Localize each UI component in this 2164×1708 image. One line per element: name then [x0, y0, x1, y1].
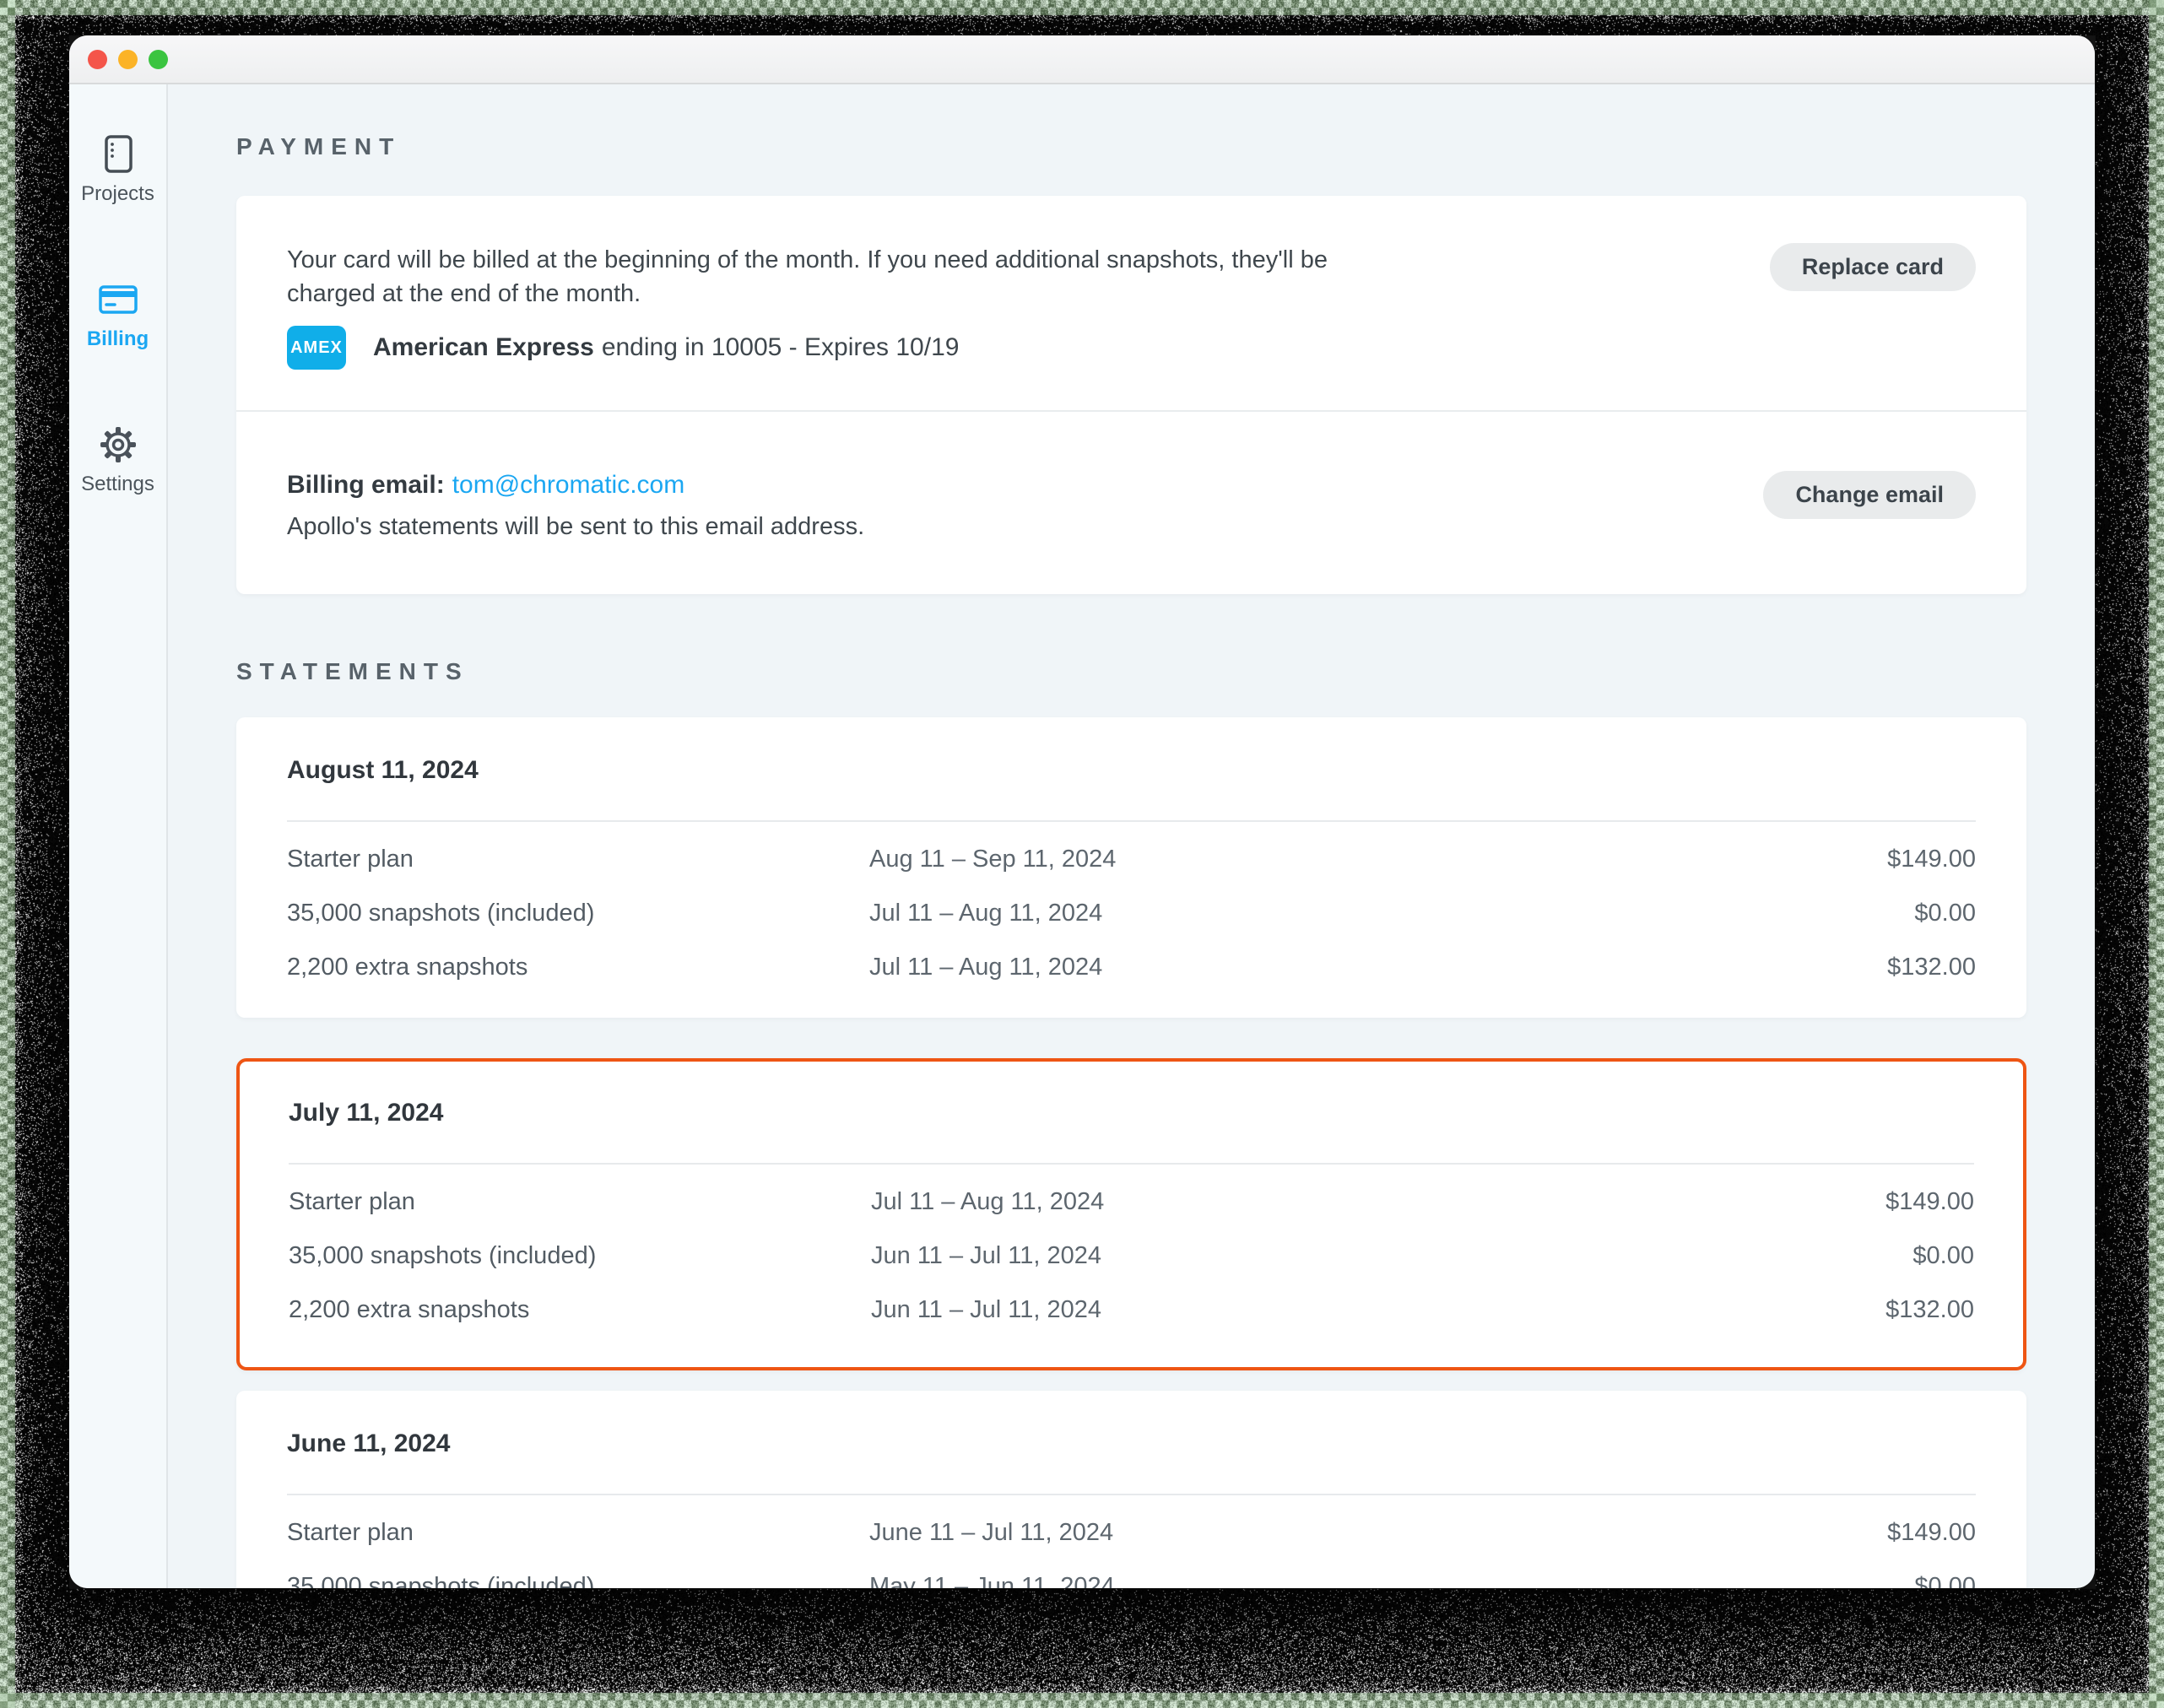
statement-row: Starter planJune 11 – Jul 11, 2024$149.0…	[287, 1505, 1976, 1559]
card-details: ending in 10005 - Expires 10/19	[602, 333, 960, 361]
sidebar-item-billing[interactable]: Billing	[69, 280, 166, 351]
statement-item-label: 2,200 extra snapshots	[287, 954, 869, 981]
billing-email-line: Billing email:tom@chromatic.com	[287, 471, 1763, 500]
statement-amount: $0.00	[1914, 1573, 1976, 1589]
statement-item-label: 2,200 extra snapshots	[289, 1296, 871, 1324]
statements-section-title: STATEMENTS	[236, 658, 2026, 685]
change-email-button[interactable]: Change email	[1763, 471, 1976, 519]
gear-icon	[99, 425, 138, 464]
close-button[interactable]	[88, 50, 107, 69]
statement-amount: $132.00	[1885, 1296, 1974, 1324]
divider	[287, 820, 1976, 822]
billing-email-section: Billing email:tom@chromatic.com Apollo's…	[236, 412, 2026, 594]
statement-amount: $132.00	[1887, 954, 1976, 981]
replace-card-button[interactable]: Replace card	[1770, 243, 1976, 291]
statement-card-highlighted[interactable]: July 11, 2024 Starter planJul 11 – Aug 11…	[236, 1058, 2026, 1370]
divider	[287, 1494, 1976, 1495]
sidebar-item-label: Projects	[81, 182, 154, 206]
sidebar-item-label: Billing	[87, 327, 149, 351]
statement-period: Jul 11 – Aug 11, 2024	[871, 1188, 1885, 1216]
statement-card[interactable]: June 11, 2024 Starter planJune 11 – Jul 1…	[236, 1391, 2026, 1588]
sidebar-item-settings[interactable]: Settings	[69, 425, 166, 496]
statement-period: May 11 – Jun 11, 2024	[869, 1573, 1914, 1589]
sidebar-item-label: Settings	[81, 473, 154, 496]
card-brand: American Express	[373, 333, 594, 361]
statement-date: June 11, 2024	[287, 1430, 1976, 1458]
traffic-lights	[88, 50, 168, 69]
statement-card[interactable]: August 11, 2024 Starter planAug 11 – Sep …	[236, 717, 2026, 1018]
statement-period: Aug 11 – Sep 11, 2024	[869, 846, 1887, 873]
statement-item-label: Starter plan	[289, 1188, 871, 1216]
statement-row: 35,000 snapshots (included)Jun 11 – Jul …	[289, 1229, 1974, 1283]
statement-item-label: 35,000 snapshots (included)	[289, 1242, 871, 1270]
payment-section-title: PAYMENT	[236, 133, 2026, 160]
statements-list: August 11, 2024Starter planAug 11 – Sep …	[236, 717, 2026, 1588]
statement-date: August 11, 2024	[287, 756, 1976, 785]
payment-panel: Your card will be billed at the beginnin…	[236, 196, 2026, 594]
sidebar: Projects Billing Settings	[69, 84, 168, 1588]
statement-amount: $0.00	[1912, 1242, 1974, 1270]
statement-amount: $0.00	[1914, 900, 1976, 927]
statement-row: Starter planAug 11 – Sep 11, 2024$149.00	[287, 832, 1976, 886]
billing-note: Your card will be billed at the beginnin…	[287, 243, 1376, 311]
statement-amount: $149.00	[1885, 1188, 1974, 1216]
window-body: Projects Billing Settings PAYMENT Your car…	[69, 84, 2095, 1588]
statement-period: June 11 – Jul 11, 2024	[869, 1519, 1887, 1547]
statement-period: Jun 11 – Jul 11, 2024	[871, 1296, 1885, 1324]
statement-row: 2,200 extra snapshotsJun 11 – Jul 11, 20…	[289, 1283, 1974, 1337]
divider	[289, 1163, 1974, 1165]
statement-rows: Starter planJul 11 – Aug 11, 2024$149.00…	[289, 1175, 1974, 1337]
window-titlebar	[69, 35, 2095, 84]
statement-row: Starter planJul 11 – Aug 11, 2024$149.00	[289, 1175, 1974, 1229]
minimize-button[interactable]	[118, 50, 138, 69]
billing-email-link[interactable]: tom@chromatic.com	[452, 471, 685, 499]
credit-card-icon	[99, 280, 138, 319]
billing-email-label: Billing email:	[287, 471, 445, 499]
statement-item-label: 35,000 snapshots (included)	[287, 900, 869, 927]
billing-email-note: Apollo's statements will be sent to this…	[287, 510, 1376, 543]
statement-row: 35,000 snapshots (included)May 11 – Jun …	[287, 1559, 1976, 1588]
statement-amount: $149.00	[1887, 1519, 1976, 1547]
billing-page: PAYMENT Your card will be billed at the …	[168, 84, 2095, 1588]
statement-item-label: Starter plan	[287, 846, 869, 873]
sidebar-item-projects[interactable]: Projects	[69, 135, 166, 206]
notebook-icon	[100, 135, 137, 174]
statement-row: 35,000 snapshots (included)Jul 11 – Aug …	[287, 886, 1976, 940]
statement-item-label: 35,000 snapshots (included)	[287, 1573, 869, 1589]
card-info: American Express ending in 10005 - Expire…	[373, 333, 959, 362]
statement-row: 2,200 extra snapshotsJul 11 – Aug 11, 20…	[287, 940, 1976, 994]
app-window: Projects Billing Settings PAYMENT Your car…	[69, 35, 2095, 1588]
statement-amount: $149.00	[1887, 846, 1976, 873]
card-info-section: Your card will be billed at the beginnin…	[236, 196, 2026, 410]
zoom-button[interactable]	[149, 50, 168, 69]
statement-date: July 11, 2024	[289, 1099, 1974, 1127]
card-row: AMEX American Express ending in 10005 - E…	[287, 326, 1770, 370]
statement-period: Jul 11 – Aug 11, 2024	[869, 900, 1914, 927]
statement-rows: Starter planAug 11 – Sep 11, 2024$149.00…	[287, 832, 1976, 994]
statement-rows: Starter planJune 11 – Jul 11, 2024$149.0…	[287, 1505, 1976, 1588]
amex-badge: AMEX	[287, 326, 346, 370]
statement-period: Jul 11 – Aug 11, 2024	[869, 954, 1887, 981]
statement-item-label: Starter plan	[287, 1519, 869, 1547]
statement-period: Jun 11 – Jul 11, 2024	[871, 1242, 1912, 1270]
